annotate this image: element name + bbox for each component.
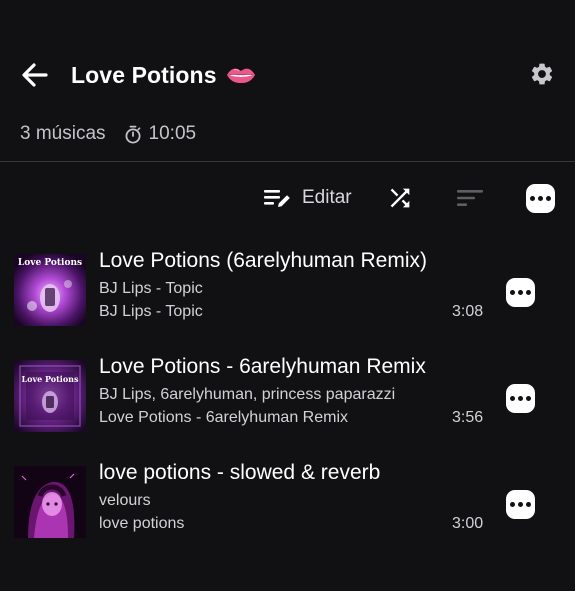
track-row[interactable]: Love Potions Love Potions (6arelyhuman R…	[0, 249, 575, 354]
more-options-icon	[525, 183, 555, 213]
track-album: love potions	[99, 515, 185, 532]
track-more-button[interactable]	[503, 381, 537, 415]
page-title: Love Potions	[71, 61, 217, 88]
sort-icon	[457, 190, 483, 206]
track-row[interactable]: Love Potions Love Potions - 6arelyhuman …	[0, 355, 575, 460]
track-album: BJ Lips - Topic	[99, 303, 203, 320]
total-duration-group: 10:05	[124, 123, 197, 145]
album-art-text: Love Potions	[21, 374, 79, 384]
track-title: Love Potions - 6arelyhuman Remix	[99, 355, 426, 378]
track-artist: velours	[99, 492, 151, 509]
arrow-left-icon	[22, 63, 48, 87]
track-duration: 3:08	[452, 303, 484, 320]
stopwatch-icon	[125, 125, 141, 143]
playlist-toolbar: Editar	[0, 178, 575, 218]
more-options-button[interactable]	[523, 181, 557, 215]
track-more-button[interactable]	[503, 275, 537, 309]
track-artist: BJ Lips, 6arelyhuman, princess paparazzi	[99, 386, 396, 403]
shuffle-icon	[390, 188, 410, 208]
divider	[0, 161, 575, 162]
song-count: 3 músicas	[20, 123, 106, 144]
album-art: Love Potions	[14, 254, 86, 326]
app-header: Love Potions	[0, 44, 575, 106]
track-row[interactable]: love potions - slowed & reverb velours l…	[0, 461, 575, 566]
track-title: Love Potions (6arelyhuman Remix)	[99, 249, 427, 272]
track-title: love potions - slowed & reverb	[99, 461, 381, 484]
back-button[interactable]	[16, 56, 54, 94]
track-album: Love Potions - 6arelyhuman Remix	[99, 409, 349, 426]
more-options-icon	[505, 277, 535, 307]
album-art	[14, 466, 86, 538]
edit-button[interactable]: Editar	[262, 180, 352, 216]
edit-list-icon	[264, 190, 290, 207]
track-artist: BJ Lips - Topic	[99, 280, 203, 297]
playlist-meta: 3 músicas 10:05	[20, 121, 196, 147]
playlist-title-group: Love Potions	[71, 59, 256, 91]
track-duration: 3:56	[452, 409, 484, 426]
gear-icon	[531, 63, 553, 85]
edit-label: Editar	[302, 187, 352, 208]
sort-button[interactable]	[453, 181, 487, 215]
track-duration: 3:00	[452, 515, 484, 532]
settings-button[interactable]	[526, 58, 558, 90]
shuffle-button[interactable]	[383, 181, 417, 215]
album-art-text: Love Potions	[18, 258, 82, 268]
more-options-icon	[505, 489, 535, 519]
album-art: Love Potions	[14, 360, 86, 432]
track-more-button[interactable]	[503, 487, 537, 521]
more-options-icon	[505, 383, 535, 413]
total-duration: 10:05	[148, 123, 197, 144]
lips-icon	[226, 66, 256, 84]
